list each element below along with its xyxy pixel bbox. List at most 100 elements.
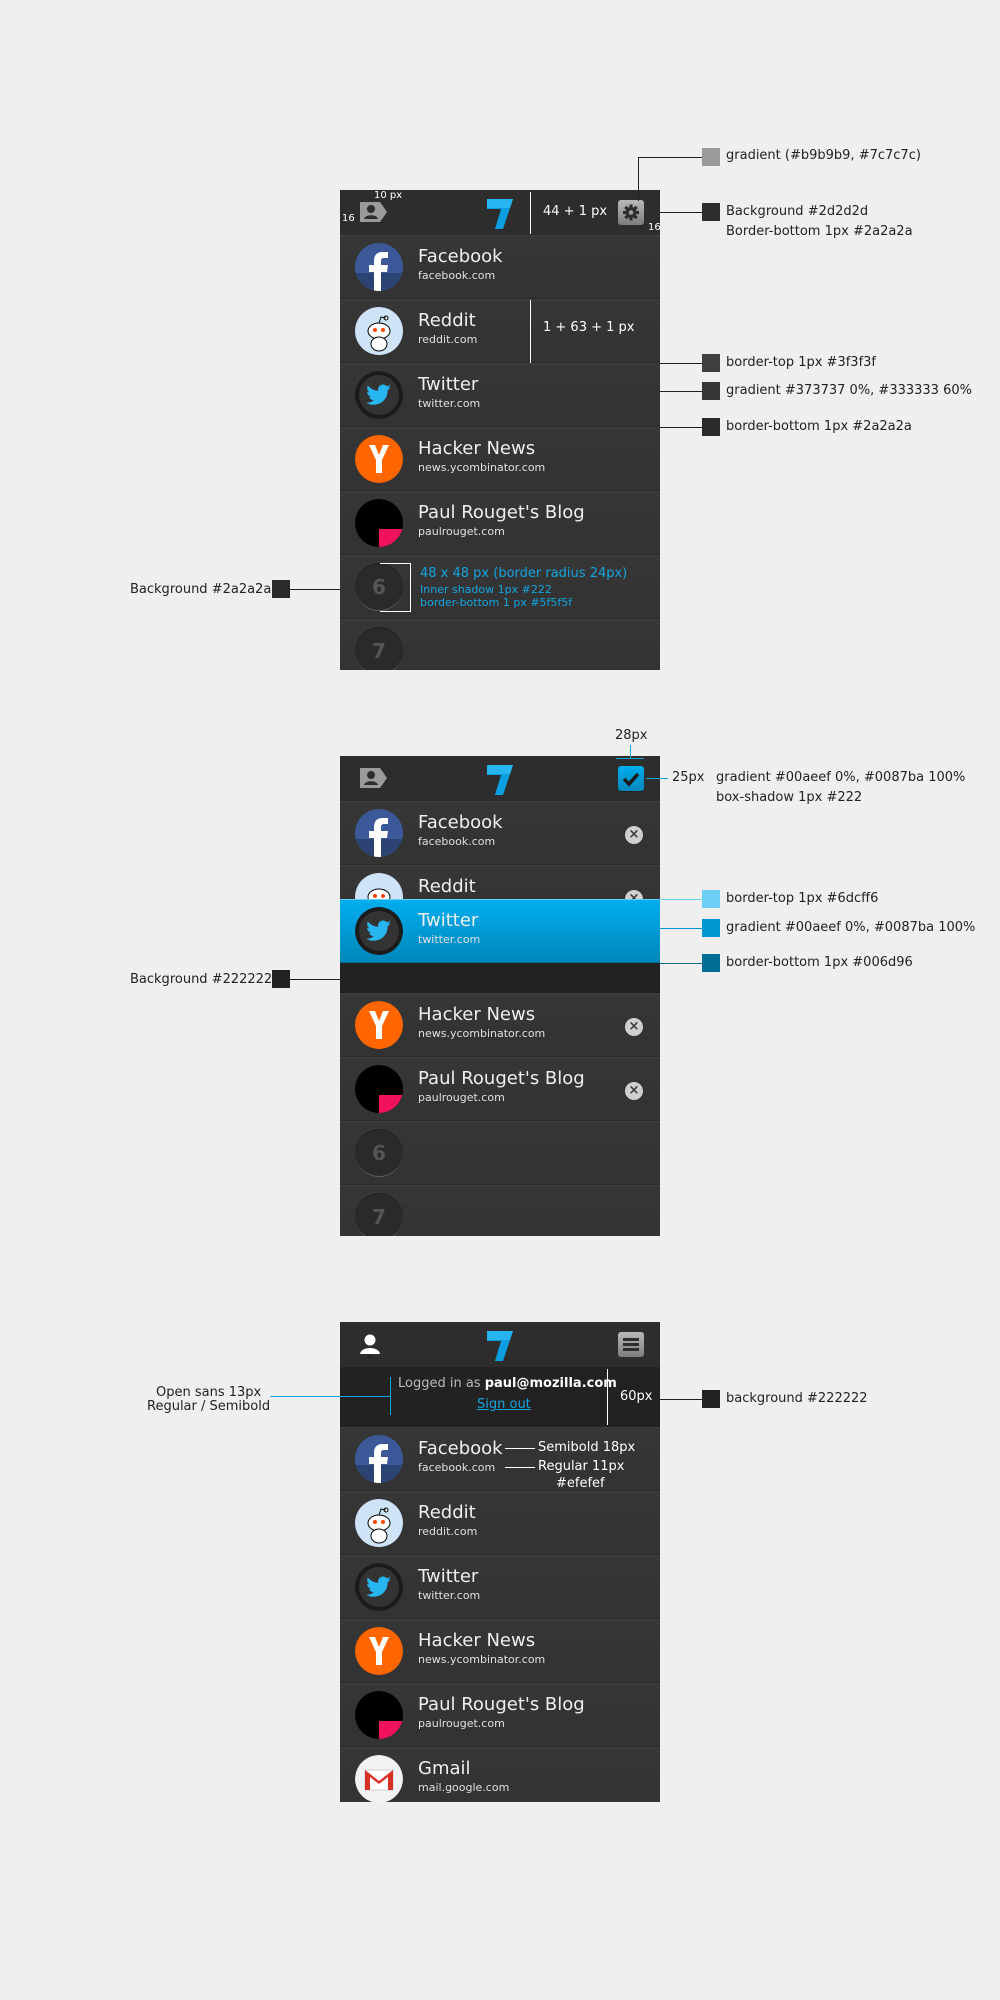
color-swatch xyxy=(702,919,720,937)
callout-line xyxy=(616,758,644,759)
dimension-line xyxy=(380,563,411,564)
list-item[interactable]: Facebook facebook.com xyxy=(340,235,660,299)
list-item[interactable]: Reddit reddit.com xyxy=(340,1491,660,1555)
site-url: paulrouget.com xyxy=(418,1091,505,1104)
login-email: paul@mozilla.com xyxy=(484,1376,617,1391)
remove-icon[interactable]: × xyxy=(625,826,643,844)
list-item[interactable]: Paul Rouget's Blog paulrouget.com xyxy=(340,491,660,555)
account-tag-icon[interactable] xyxy=(358,200,388,224)
site-title: Paul Rouget's Blog xyxy=(418,1694,585,1715)
list-item[interactable]: Gmail mail.google.com xyxy=(340,1747,660,1802)
site-title: Gmail xyxy=(418,1758,471,1779)
site-title: Facebook xyxy=(418,246,503,267)
login-prefix: Logged in as xyxy=(398,1376,481,1391)
annotation: Background #222222 xyxy=(130,972,273,987)
annotation: 16 xyxy=(342,213,355,224)
site-url: reddit.com xyxy=(418,1525,478,1538)
annotation: 48 x 48 px (border radius 24px) xyxy=(420,566,628,581)
annotation: Inner shadow 1px #222 xyxy=(420,583,552,596)
list-item[interactable]: Paul Rouget's Blog paulrouget.com xyxy=(340,1683,660,1747)
annotation: Regular 11px xyxy=(538,1459,625,1474)
annotation: box-shadow 1px #222 xyxy=(716,790,863,805)
gear-icon xyxy=(623,204,639,221)
placeholder-number: 7 xyxy=(355,1193,403,1236)
site-url: paulrouget.com xyxy=(418,1717,505,1730)
site-title: Facebook xyxy=(418,812,503,833)
settings-button[interactable] xyxy=(618,200,644,225)
annotation: Background #2a2a2a xyxy=(130,582,272,597)
list-item[interactable]: Hacker News news.ycombinator.com xyxy=(340,1619,660,1683)
site-title: Twitter xyxy=(418,1566,479,1587)
blog-icon xyxy=(355,499,403,547)
list-item-placeholder: 6 48 x 48 px (border radius 24px) Inner … xyxy=(340,555,660,619)
site-url: facebook.com xyxy=(418,269,496,282)
annotation: 10 px xyxy=(374,190,403,201)
annotation: Background #2d2d2d xyxy=(726,204,869,219)
callout-line xyxy=(505,1467,535,1468)
site-title: Paul Rouget's Blog xyxy=(418,1068,585,1089)
color-swatch xyxy=(702,418,720,436)
list-item-dragging[interactable]: Twitter twitter.com xyxy=(340,899,660,963)
screen-account-open: Logged in as paul@mozilla.com Sign out 6… xyxy=(340,1322,660,1802)
callout-line xyxy=(638,157,702,158)
callout-line xyxy=(638,157,639,201)
menu-button[interactable] xyxy=(618,1332,644,1357)
callout-line xyxy=(660,928,702,929)
annotation: border-top 1px #6dcff6 xyxy=(726,891,879,906)
list-item[interactable]: Facebook facebook.com × xyxy=(340,801,660,865)
annotation: 1 + 63 + 1 px xyxy=(543,320,635,335)
annotation: border-bottom 1px #2a2a2a xyxy=(726,419,912,434)
annotation: 44 + 1 px xyxy=(543,204,608,219)
site-title: Reddit xyxy=(418,1502,476,1523)
site-url: twitter.com xyxy=(418,1589,481,1602)
dimension-line xyxy=(530,300,531,363)
annotation: gradient #00aeef 0%, #0087ba 100% xyxy=(716,770,966,785)
annotation: gradient #00aeef 0%, #0087ba 100% xyxy=(726,920,976,935)
site-url: facebook.com xyxy=(418,1461,496,1474)
app-logo-icon xyxy=(487,765,513,795)
facebook-icon xyxy=(355,243,403,291)
callout-line xyxy=(660,1399,702,1400)
callout-line xyxy=(646,778,668,779)
list-item-placeholder: 7 xyxy=(340,1185,660,1236)
account-tag-icon[interactable] xyxy=(358,766,388,790)
callout-line xyxy=(290,589,340,590)
list-item[interactable]: Twitter twitter.com xyxy=(340,363,660,427)
color-swatch xyxy=(702,148,720,166)
annotation: border-top 1px #3f3f3f xyxy=(726,355,876,370)
site-url: twitter.com xyxy=(418,933,481,946)
list-item[interactable]: Hacker News news.ycombinator.com xyxy=(340,427,660,491)
drop-gap xyxy=(340,963,660,993)
sign-out-link[interactable]: Sign out xyxy=(477,1397,531,1412)
twitter-icon xyxy=(355,371,403,419)
annotation: background #222222 xyxy=(726,1391,868,1406)
dimension-line xyxy=(380,611,411,612)
site-title: Hacker News xyxy=(418,1630,536,1651)
callout-line xyxy=(660,427,702,428)
remove-icon[interactable]: × xyxy=(625,1018,643,1036)
callout-line xyxy=(630,745,631,758)
list-item[interactable]: Twitter twitter.com xyxy=(340,1555,660,1619)
annotation: Open sans 13px xyxy=(156,1385,262,1400)
list-item[interactable]: Paul Rouget's Blog paulrouget.com × xyxy=(340,1057,660,1121)
list-item-placeholder: 6 xyxy=(340,1121,660,1185)
twitter-icon xyxy=(355,1563,403,1611)
color-swatch xyxy=(702,954,720,972)
placeholder-number: 6 xyxy=(355,1129,403,1177)
hacker-news-icon xyxy=(355,435,403,483)
site-url: news.ycombinator.com xyxy=(418,1027,546,1040)
callout-line xyxy=(290,979,340,980)
annotation: 28px xyxy=(615,728,648,743)
list-item[interactable]: Facebook facebook.com Semibold 18px Regu… xyxy=(340,1427,660,1491)
annotation: #efefef xyxy=(556,1476,605,1491)
remove-icon[interactable]: × xyxy=(625,1082,643,1100)
account-icon[interactable] xyxy=(358,1332,382,1358)
done-button[interactable] xyxy=(618,766,644,791)
site-url: twitter.com xyxy=(418,397,481,410)
site-url: news.ycombinator.com xyxy=(418,461,546,474)
blog-icon xyxy=(355,1691,403,1739)
annotation: Semibold 18px xyxy=(538,1440,636,1455)
list-item[interactable]: Hacker News news.ycombinator.com × xyxy=(340,993,660,1057)
facebook-icon xyxy=(355,809,403,857)
top-bar xyxy=(340,1322,660,1367)
